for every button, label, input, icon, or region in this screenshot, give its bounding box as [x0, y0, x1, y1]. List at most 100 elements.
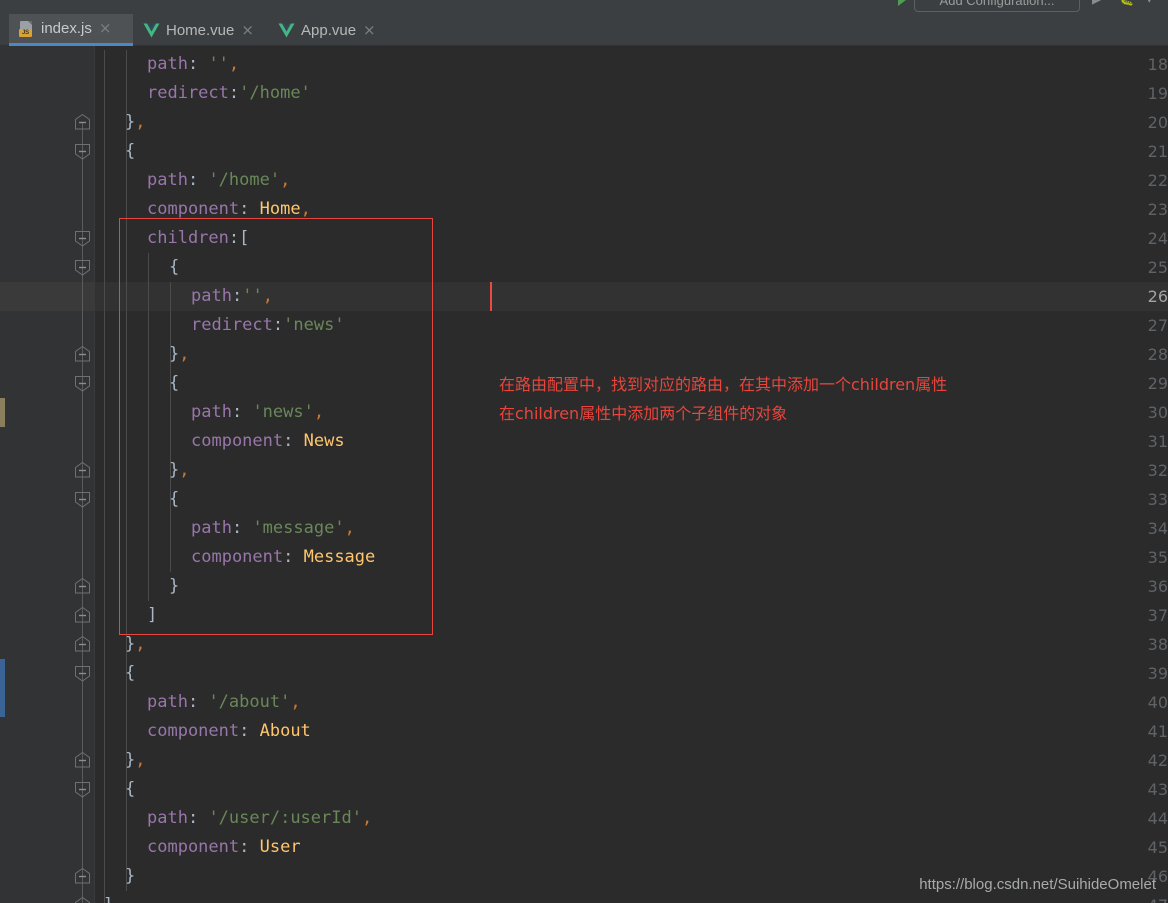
tab-app-vue[interactable]: App.vue × — [268, 14, 390, 46]
code-line: component: News — [103, 427, 345, 456]
token-str: '' — [242, 286, 263, 306]
token-prop: path — [191, 402, 232, 422]
code-line: path: '/about', — [103, 688, 301, 717]
token-prop: redirect — [191, 315, 273, 335]
token-punc: : — [231, 286, 243, 306]
token-punc: : — [228, 83, 240, 103]
run-triangle-icon[interactable] — [898, 0, 906, 6]
vue-file-icon — [278, 22, 295, 38]
token-punc: : — [187, 692, 209, 712]
code-line: path: '', — [103, 50, 239, 79]
token-comma: , — [313, 402, 325, 422]
code-line: } — [103, 572, 179, 601]
token-punc: : — [187, 54, 209, 74]
token-brace: ] — [103, 895, 113, 903]
token-prop: component — [147, 837, 240, 857]
tab-label: App.vue — [301, 21, 357, 39]
token-comma: , — [361, 808, 373, 828]
tab-home-vue[interactable]: Home.vue × — [133, 14, 268, 46]
code-line: }, — [103, 630, 146, 659]
token-brace: [ — [239, 228, 250, 248]
code-line: } — [103, 862, 135, 891]
token-punc: : — [283, 431, 304, 451]
tab-label: Home.vue — [166, 21, 235, 39]
token-comma: , — [179, 344, 190, 364]
token-brace: } — [125, 866, 136, 886]
token-prop: component — [191, 431, 284, 451]
token-str: '/about' — [208, 692, 291, 712]
token-str: 'message' — [252, 518, 345, 538]
token-comma: , — [228, 54, 240, 74]
code-line: component: Home, — [103, 195, 311, 224]
token-brace: } — [125, 634, 136, 654]
token-prop: component — [147, 199, 240, 219]
text-caret — [490, 282, 492, 311]
run-icon[interactable]: ▶ — [1092, 0, 1102, 7]
token-str: 'news' — [283, 315, 345, 335]
token-punc: : — [239, 837, 260, 857]
editor-tab-bar: JS index.js × Home.vue × App.vue × — [0, 14, 1168, 46]
token-punc: : — [283, 547, 304, 567]
code-line: component: About — [103, 717, 311, 746]
close-icon[interactable]: × — [241, 22, 254, 38]
token-punc: : — [239, 199, 260, 219]
code-line: redirect:'news' — [103, 311, 345, 340]
token-brace: { — [125, 663, 136, 683]
run-configuration-selector[interactable]: Add Configuration... — [914, 0, 1080, 12]
token-comma: , — [290, 692, 301, 712]
vue-file-icon — [143, 22, 160, 38]
token-ident: About — [259, 721, 311, 741]
code-line: { — [103, 775, 135, 804]
close-icon[interactable]: × — [363, 22, 376, 38]
token-brace: { — [169, 373, 180, 393]
token-str: '/home' — [208, 170, 281, 190]
debug-icon[interactable]: 🐛 — [1118, 0, 1134, 7]
token-brace: } — [125, 750, 136, 770]
code-line: path: 'news', — [103, 398, 324, 427]
token-brace: ] — [147, 605, 158, 625]
token-prop: path — [191, 518, 232, 538]
token-comma: , — [280, 170, 291, 190]
token-prop: path — [191, 286, 232, 306]
code-line: { — [103, 253, 179, 282]
token-brace: } — [169, 460, 180, 480]
token-comma: , — [135, 750, 146, 770]
code-line: { — [103, 485, 179, 514]
token-brace: { — [125, 141, 136, 161]
code-line: ] — [103, 601, 157, 630]
token-comma: , — [135, 112, 146, 132]
token-punc: : — [231, 402, 253, 422]
token-prop: path — [147, 692, 188, 712]
code-editor[interactable]: 18 19 20 21 22 23 24 25 26 27 28 29 30 31 32 33 34 35 36 37… — [0, 46, 1168, 903]
code-line: }, — [103, 340, 190, 369]
token-str: '' — [208, 54, 229, 74]
code-line: component: User — [103, 833, 301, 862]
close-icon[interactable]: × — [99, 21, 112, 36]
code-line: { — [103, 369, 179, 398]
watermark: https://blog.csdn.net/SuihideOmelet — [919, 876, 1156, 893]
top-toolbar: Add Configuration... ▶ 🐛 ▾ — [0, 0, 1168, 14]
code-line: }, — [103, 456, 190, 485]
tab-label: index.js — [41, 20, 92, 37]
token-brace: { — [169, 257, 180, 277]
more-icon[interactable]: ▾ — [1146, 0, 1153, 7]
token-brace: { — [169, 489, 180, 509]
token-prop: component — [147, 721, 240, 741]
token-prop: path — [147, 54, 188, 74]
token-ident: Message — [303, 547, 376, 567]
code-line: path:'', — [103, 282, 273, 311]
code-content[interactable]: path: '', redirect:'/home'},{path: '/home… — [0, 46, 1168, 903]
token-prop: redirect — [147, 83, 229, 103]
code-line: redirect:'/home' — [103, 79, 311, 108]
token-punc: : — [239, 721, 260, 741]
token-brace: } — [169, 576, 180, 596]
token-brace: } — [169, 344, 180, 364]
tab-index-js[interactable]: JS index.js × — [9, 14, 133, 46]
token-str: 'news' — [252, 402, 314, 422]
code-line: path: '/home', — [103, 166, 290, 195]
token-prop: path — [147, 808, 188, 828]
token-ident: User — [259, 837, 301, 857]
token-str: '/user/:userId' — [208, 808, 362, 828]
token-brace: { — [125, 779, 136, 799]
annotation-line-2: 在children属性中添加两个子组件的对象 — [499, 404, 788, 423]
